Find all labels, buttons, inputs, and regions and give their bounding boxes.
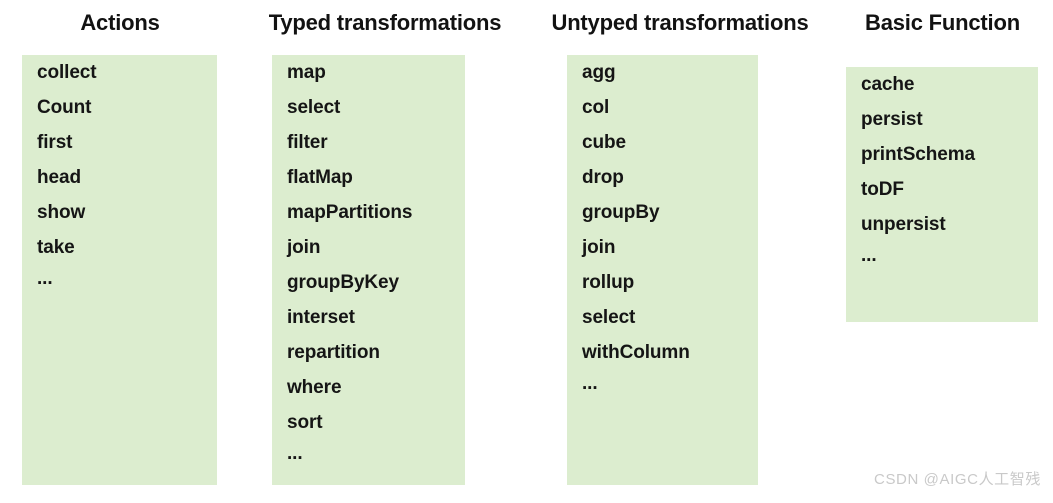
list-item: flatMap (287, 167, 353, 188)
list-item: rollup (582, 272, 635, 293)
column-box-untyped-transformations: agg col cube drop groupBy join rollup select wit… (567, 55, 758, 485)
list-item: filter (287, 132, 328, 153)
list-item: groupByKey (287, 272, 399, 293)
list-item-more: ... (582, 373, 598, 394)
list-item: head (37, 167, 81, 188)
column-box-typed-transformations: map select filter flatMap mapPartitions join g… (272, 55, 465, 485)
list-item: join (287, 237, 321, 258)
list-item: mapPartitions (287, 202, 413, 223)
list-item: groupBy (582, 202, 660, 223)
list-item: first (37, 132, 73, 153)
list-item-more: ... (861, 245, 877, 266)
list-item: agg (582, 62, 616, 83)
list-item: where (287, 377, 342, 398)
list-item: unpersist (861, 214, 946, 235)
list-item: repartition (287, 342, 380, 363)
list-item: collect (37, 62, 97, 83)
list-item: persist (861, 109, 923, 130)
column-box-actions: collect Count first head show take... (22, 55, 217, 485)
list-item: toDF (861, 179, 904, 200)
column-header-untyped-transformations: Untyped transformations (551, 10, 809, 35)
list-item: select (287, 97, 341, 118)
list-item: show (37, 202, 86, 223)
list-item: sort (287, 412, 323, 433)
list-item: cache (861, 74, 915, 95)
column-box-basic-function: cache persist printSchema toDF unpersist... (846, 67, 1038, 322)
list-item-more: ... (37, 268, 53, 289)
list-item-more: ... (287, 443, 303, 464)
item-list-typed-transformations: map select filter flatMap mapPartitions join g… (287, 55, 465, 475)
list-item: drop (582, 167, 624, 188)
list-item: take (37, 237, 75, 258)
list-item: join (582, 237, 616, 258)
column-header-basic-function: Basic Function (865, 10, 1020, 35)
list-item: Count (37, 97, 92, 118)
list-item: select (582, 307, 636, 328)
list-item: interset (287, 307, 355, 328)
spark-api-categories-diagram: Actions collect Count first head show take...… (0, 0, 1053, 503)
item-list-basic-function: cache persist printSchema toDF unpersist... (861, 67, 1038, 277)
list-item: printSchema (861, 144, 975, 165)
list-item: cube (582, 132, 626, 153)
watermark: CSDN @AIGC人工智残 (874, 471, 1041, 488)
list-item: map (287, 62, 326, 83)
column-header-actions: Actions (80, 10, 160, 35)
list-item: withColumn (582, 342, 690, 363)
list-item: col (582, 97, 610, 118)
item-list-actions: collect Count first head show take... (37, 55, 217, 300)
item-list-untyped-transformations: agg col cube drop groupBy join rollup select wit… (582, 55, 758, 405)
column-header-typed-transformations: Typed transformations (268, 10, 502, 35)
